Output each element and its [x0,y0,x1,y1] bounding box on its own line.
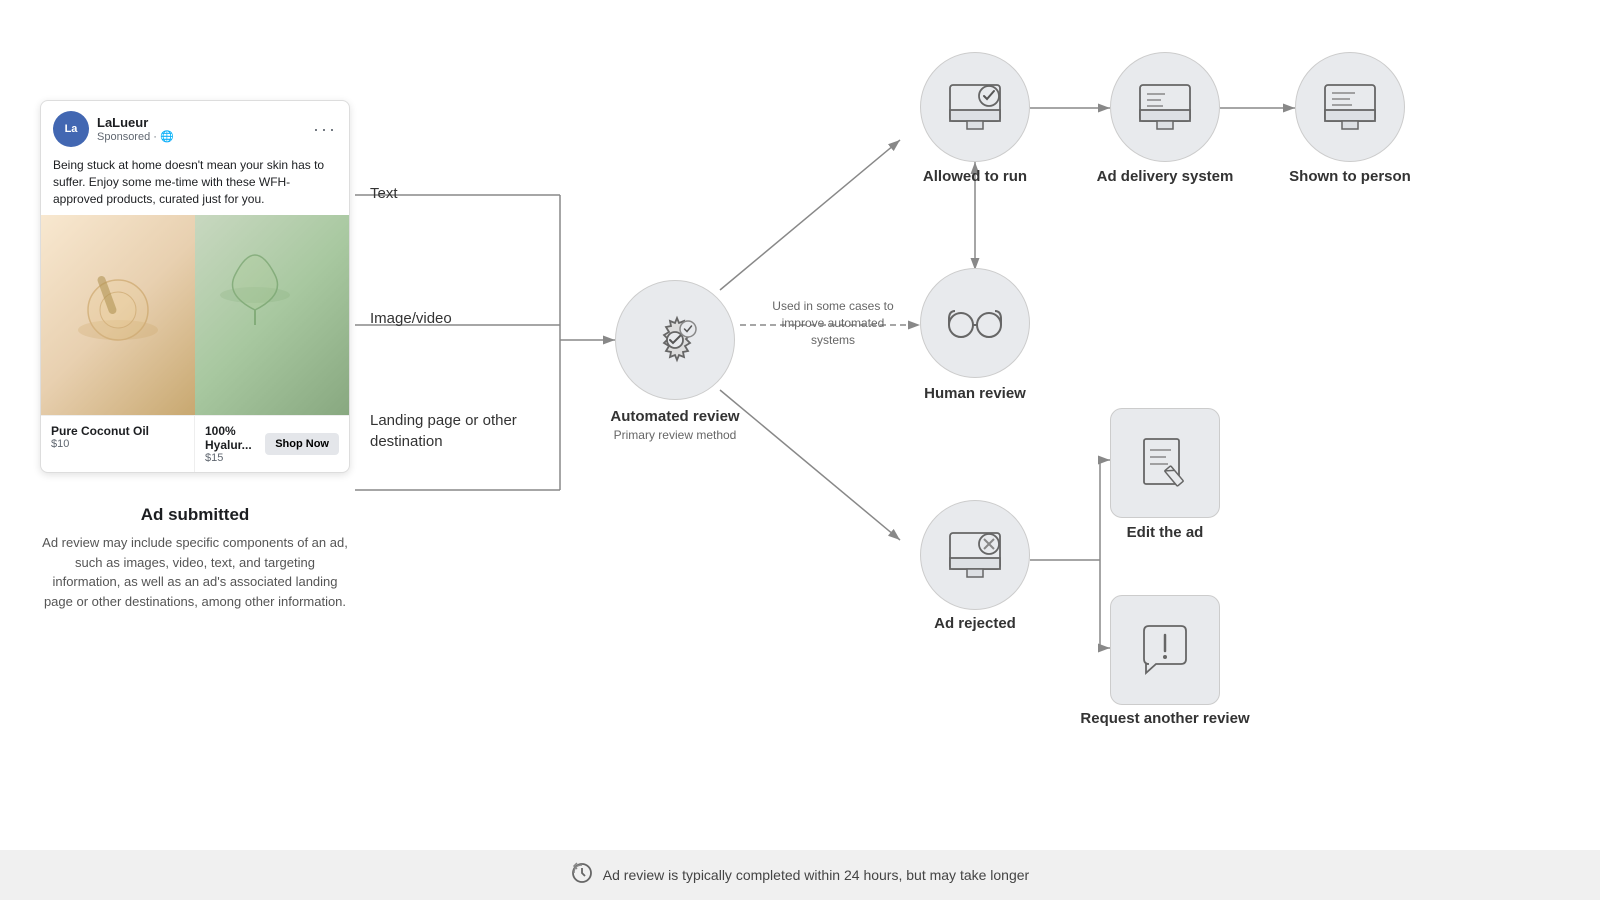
footer-bar: Ad review is typically completed within … [0,850,1600,900]
shown-to-person-title: Shown to person [1280,168,1420,185]
landing-page-label: Landing page or other destination [370,410,530,452]
shown-to-person-label: Shown to person [1280,168,1420,185]
edit-the-ad-title: Edit the ad [1095,524,1235,541]
ad-image-left [41,215,195,415]
shop-now-button[interactable]: Shop Now [265,433,339,455]
product-1-price: $10 [51,438,184,450]
ad-card-meta: LaLueur Sponsored · 🌐 [97,115,305,143]
more-options-icon[interactable]: ··· [313,119,337,140]
ad-card: La LaLueur Sponsored · 🌐 ··· Being stuck… [40,100,350,473]
ad-submitted-section: Ad submitted Ad review may include speci… [40,505,350,611]
allowed-to-run-label: Allowed to run [905,168,1045,185]
ad-delivery-title: Ad delivery system [1095,168,1235,185]
shown-to-person-node [1295,52,1405,162]
edit-the-ad-label: Edit the ad [1095,524,1235,541]
ad-text: Being stuck at home doesn't mean your sk… [41,157,349,215]
human-review-title: Human review [905,385,1045,402]
ad-submitted-description: Ad review may include specific component… [40,533,350,611]
ad-rejected-label: Ad rejected [905,615,1045,632]
ad-images [41,215,349,415]
ad-rejected-node [920,500,1030,610]
footer-text: Ad review is typically completed within … [603,867,1029,883]
sponsored-label: Sponsored · 🌐 [97,130,305,143]
edit-the-ad-node [1110,408,1220,518]
ad-image-right [195,215,349,415]
automated-review-label: Automated review Primary review method [600,408,750,442]
product-1-name: Pure Coconut Oil [51,424,184,438]
request-review-label: Request another review [1080,710,1250,727]
ad-rejected-title: Ad rejected [905,615,1045,632]
ad-submitted-title: Ad submitted [40,505,350,525]
ad-delivery-label: Ad delivery system [1095,168,1235,185]
request-review-node [1110,595,1220,705]
brand-name: LaLueur [97,115,305,130]
request-review-title: Request another review [1080,710,1250,727]
automated-review-node [615,280,735,400]
automated-review-title: Automated review [600,408,750,425]
avatar: La [53,111,89,147]
human-review-label: Human review [905,385,1045,402]
dashed-label: Used in some cases to improve automated … [758,298,908,348]
human-review-node [920,268,1030,378]
product-1: Pure Coconut Oil $10 [41,416,195,472]
allowed-to-run-node [920,52,1030,162]
main-canvas: La LaLueur Sponsored · 🌐 ··· Being stuck… [0,0,1600,850]
ad-delivery-node [1110,52,1220,162]
automated-review-subtitle: Primary review method [600,428,750,442]
text-label: Text [370,185,398,202]
product-2: 100% Hyalur... $15 Shop Now [195,416,349,472]
ad-card-header: La LaLueur Sponsored · 🌐 ··· [41,101,349,157]
product-2-name: 100% Hyalur... [205,424,257,452]
allowed-to-run-title: Allowed to run [905,168,1045,185]
image-video-label: Image/video [370,310,452,327]
ad-card-footer: Pure Coconut Oil $10 100% Hyalur... $15 … [41,415,349,472]
product-2-price: $15 [205,452,257,464]
clock-icon [571,862,593,889]
